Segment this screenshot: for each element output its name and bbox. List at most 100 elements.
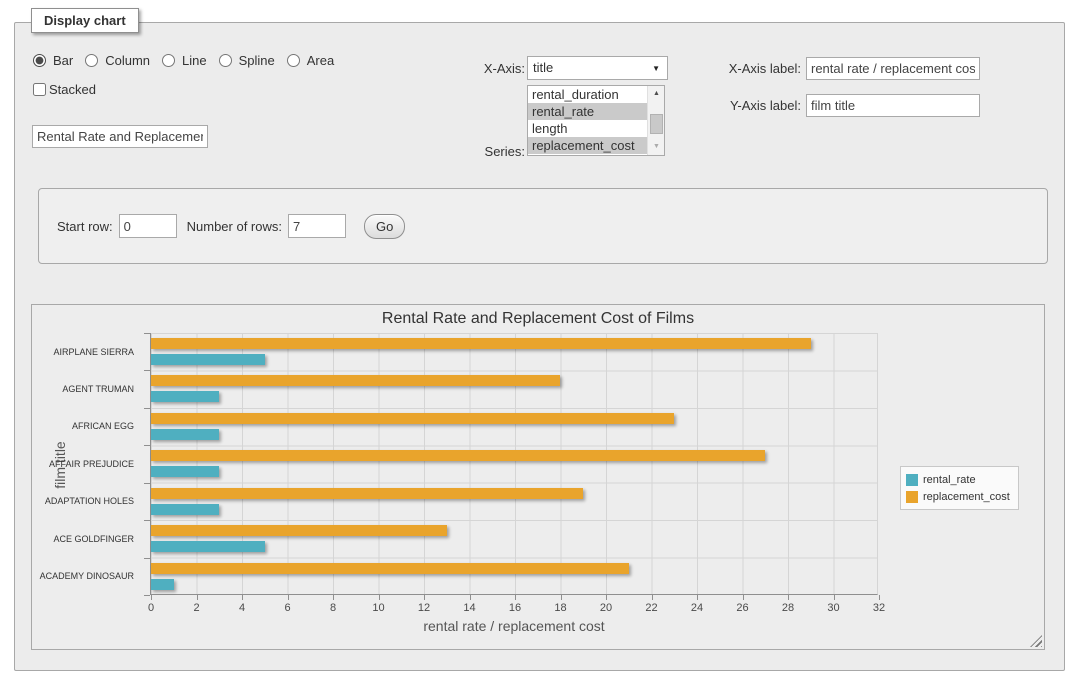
chart-type-radio-group: Bar Column Line Spline Area bbox=[33, 53, 342, 68]
series-option[interactable]: replacement_cost bbox=[528, 137, 664, 154]
bar-rental-rate bbox=[151, 579, 174, 590]
num-rows-input[interactable] bbox=[288, 214, 346, 238]
bar-replacement-cost bbox=[151, 338, 811, 349]
x-axis-label-field-label: X-Axis label: bbox=[709, 61, 801, 76]
series-options: rental_durationrental_ratelengthreplacem… bbox=[528, 86, 664, 154]
go-button[interactable]: Go bbox=[364, 214, 405, 239]
x-axis-select[interactable]: title ▼ bbox=[527, 56, 668, 80]
bar-replacement-cost bbox=[151, 375, 560, 386]
x-axis-tick bbox=[151, 595, 152, 600]
series-option[interactable]: rental_duration bbox=[528, 86, 664, 103]
x-axis-tick-label: 12 bbox=[418, 602, 430, 614]
chart-type-radio-column[interactable] bbox=[85, 54, 98, 67]
resize-handle-icon[interactable] bbox=[1030, 635, 1042, 647]
x-axis-select-value: title bbox=[533, 60, 553, 75]
x-axis-tick bbox=[470, 595, 471, 600]
category-axis-labels: AIRPLANE SIERRAAGENT TRUMANAFRICAN EGGAF… bbox=[32, 333, 142, 595]
series-select-label: Series: bbox=[443, 144, 525, 159]
legend-swatch bbox=[906, 474, 918, 486]
x-axis-tick bbox=[743, 595, 744, 600]
x-axis-tick bbox=[606, 595, 607, 600]
series-multiselect[interactable]: rental_durationrental_ratelengthreplacem… bbox=[527, 85, 665, 156]
x-axis-label-input[interactable] bbox=[806, 57, 980, 80]
category-label: AFRICAN EGG bbox=[72, 421, 134, 431]
chart-type-radio-spline[interactable] bbox=[219, 54, 232, 67]
bar-replacement-cost bbox=[151, 488, 583, 499]
chart-type-label-line: Line bbox=[182, 53, 207, 68]
display-chart-fieldset: Display chart Bar Column Line Spline Are… bbox=[14, 22, 1065, 671]
chart-type-label-column: Column bbox=[105, 53, 150, 68]
stacked-label: Stacked bbox=[49, 82, 96, 97]
x-axis-tick bbox=[379, 595, 380, 600]
y-axis-label-field-label: Y-Axis label: bbox=[709, 98, 801, 113]
x-axis-tick bbox=[788, 595, 789, 600]
y-axis-label-input[interactable] bbox=[806, 94, 980, 117]
chart-title-input[interactable] bbox=[32, 125, 208, 148]
chart-type-label-area: Area bbox=[307, 53, 334, 68]
fieldset-legend: Display chart bbox=[31, 8, 139, 33]
x-axis-tick bbox=[242, 595, 243, 600]
category-label: AIRPLANE SIERRA bbox=[53, 347, 134, 357]
y-axis-tick bbox=[144, 445, 150, 446]
rows-panel: Start row: Number of rows: Go bbox=[38, 188, 1048, 264]
num-rows-label: Number of rows: bbox=[187, 219, 282, 234]
chart-type-radio-bar[interactable] bbox=[33, 54, 46, 67]
x-axis-tick-label: 2 bbox=[193, 602, 199, 614]
x-axis-tick-label: 4 bbox=[239, 602, 245, 614]
x-axis-tick bbox=[697, 595, 698, 600]
x-axis-tick bbox=[652, 595, 653, 600]
legend-item[interactable]: replacement_cost bbox=[906, 488, 1010, 505]
chart-type-radio-area[interactable] bbox=[287, 54, 300, 67]
bar-replacement-cost bbox=[151, 450, 765, 461]
bar-rental-rate bbox=[151, 429, 219, 440]
chart-type-radio-line[interactable] bbox=[162, 54, 175, 67]
x-axis-tick-label: 30 bbox=[827, 602, 839, 614]
x-axis-tick bbox=[197, 595, 198, 600]
series-option[interactable]: rental_rate bbox=[528, 103, 664, 120]
x-axis-tick bbox=[561, 595, 562, 600]
bar-rental-rate bbox=[151, 354, 265, 365]
start-row-label: Start row: bbox=[57, 219, 113, 234]
category-label: ACE GOLDFINGER bbox=[53, 534, 134, 544]
legend-item[interactable]: rental_rate bbox=[906, 471, 1010, 488]
series-option[interactable]: length bbox=[528, 120, 664, 137]
x-axis-tick-label: 28 bbox=[782, 602, 794, 614]
category-label: ADAPTATION HOLES bbox=[45, 496, 134, 506]
bar-replacement-cost bbox=[151, 413, 674, 424]
x-axis-tick-label: 20 bbox=[600, 602, 612, 614]
x-axis-tick-label: 10 bbox=[372, 602, 384, 614]
y-axis-tick bbox=[144, 370, 150, 371]
chart-container: Rental Rate and Replacement Cost of Film… bbox=[31, 304, 1045, 650]
chart-legend: rental_rate replacement_cost bbox=[900, 466, 1019, 510]
category-label: AFFAIR PREJUDICE bbox=[49, 459, 134, 469]
x-axis-select-label: X-Axis: bbox=[443, 61, 525, 76]
y-axis-tick bbox=[144, 520, 150, 521]
scroll-down-icon[interactable]: ▼ bbox=[648, 139, 665, 155]
y-axis-tick bbox=[144, 408, 150, 409]
chart-title: Rental Rate and Replacement Cost of Film… bbox=[32, 310, 1044, 328]
legend-label: rental_rate bbox=[923, 474, 976, 486]
bar-replacement-cost bbox=[151, 525, 447, 536]
stacked-checkbox[interactable] bbox=[33, 83, 46, 96]
scrollbar-thumb[interactable] bbox=[650, 114, 663, 134]
x-axis-tick-label: 26 bbox=[736, 602, 748, 614]
x-axis-tick-label: 22 bbox=[645, 602, 657, 614]
x-axis-tick bbox=[333, 595, 334, 600]
x-axis-tick bbox=[288, 595, 289, 600]
bar-rental-rate bbox=[151, 466, 219, 477]
y-axis-tick bbox=[144, 558, 150, 559]
bar-rental-rate bbox=[151, 541, 265, 552]
plot-area: 02468101214161820222426283032 bbox=[150, 333, 878, 595]
chart-type-label-spline: Spline bbox=[239, 53, 275, 68]
legend-label: replacement_cost bbox=[923, 491, 1010, 503]
bar-replacement-cost bbox=[151, 563, 629, 574]
chevron-down-icon: ▼ bbox=[652, 64, 660, 73]
start-row-input[interactable] bbox=[119, 214, 177, 238]
chart-x-axis-title: rental rate / replacement cost bbox=[150, 618, 878, 634]
x-axis-tick-label: 18 bbox=[554, 602, 566, 614]
legend-swatch bbox=[906, 491, 918, 503]
scroll-up-icon[interactable]: ▲ bbox=[648, 86, 665, 102]
x-axis-tick-label: 32 bbox=[873, 602, 885, 614]
series-scrollbar[interactable]: ▲ ▼ bbox=[647, 86, 664, 155]
chart-type-label-bar: Bar bbox=[53, 53, 73, 68]
